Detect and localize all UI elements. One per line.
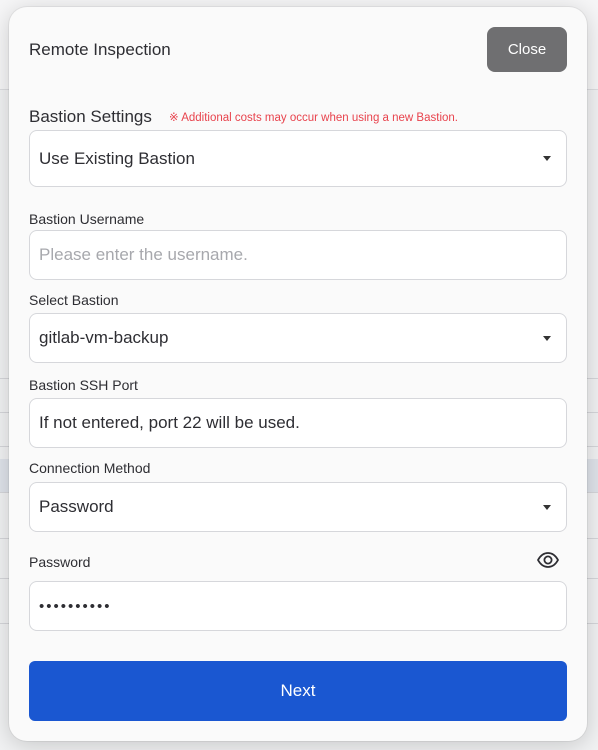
username-input[interactable] bbox=[39, 245, 557, 265]
connection-method-label: Connection Method bbox=[29, 460, 151, 476]
chevron-down-icon bbox=[543, 504, 551, 510]
select-bastion-dropdown[interactable]: gitlab-vm-backup bbox=[29, 313, 567, 363]
bastion-mode-select[interactable]: Use Existing Bastion bbox=[29, 130, 567, 187]
bastion-mode-value: Use Existing Bastion bbox=[39, 148, 195, 168]
remote-inspection-modal: Remote Inspection Close Bastion Settings… bbox=[9, 7, 587, 741]
bastion-settings-label: Bastion Settings bbox=[29, 107, 152, 126]
eye-icon[interactable] bbox=[537, 552, 559, 568]
close-button[interactable]: Close bbox=[487, 27, 567, 72]
chevron-down-icon bbox=[543, 335, 551, 341]
modal-title: Remote Inspection bbox=[29, 40, 171, 59]
chevron-down-icon bbox=[543, 156, 551, 161]
connection-method-value: Password bbox=[39, 497, 114, 516]
ssh-port-label: Bastion SSH Port bbox=[29, 377, 138, 393]
password-label: Password bbox=[29, 554, 91, 570]
password-field[interactable]: •••••••••• bbox=[29, 581, 567, 631]
cost-warning-note: ※ Additional costs may occur when using … bbox=[169, 112, 458, 124]
username-field[interactable] bbox=[29, 230, 567, 280]
username-label: Bastion Username bbox=[29, 211, 145, 227]
select-bastion-label: Select Bastion bbox=[29, 292, 119, 308]
select-bastion-value: gitlab-vm-backup bbox=[39, 328, 169, 347]
next-button[interactable]: Next bbox=[29, 661, 567, 721]
password-masked-value: •••••••••• bbox=[39, 597, 112, 615]
ssh-port-input[interactable] bbox=[39, 413, 557, 433]
ssh-port-field[interactable] bbox=[29, 398, 567, 448]
connection-method-dropdown[interactable]: Password bbox=[29, 482, 567, 532]
